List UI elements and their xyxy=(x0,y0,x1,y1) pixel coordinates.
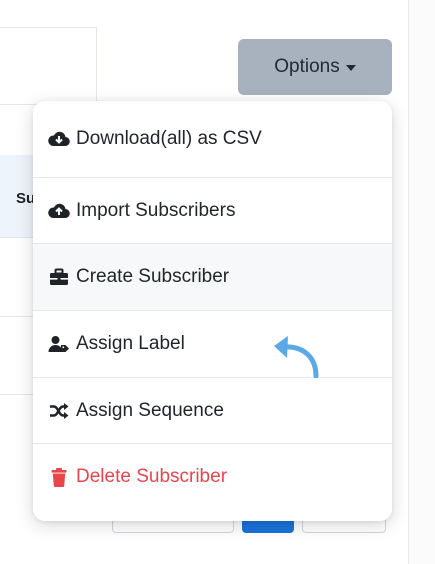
menu-item-label: Delete Subscriber xyxy=(76,466,228,487)
menu-item-create-subscriber[interactable]: Create Subscriber xyxy=(33,244,392,310)
menu-item-assign-label[interactable]: Assign Label xyxy=(33,311,392,377)
options-button-label: Options xyxy=(274,56,340,77)
menu-item-label: Assign Label xyxy=(76,333,185,354)
menu-item-delete-subscriber[interactable]: Delete Subscriber xyxy=(33,444,392,510)
caret-down-icon xyxy=(345,65,356,71)
menu-item-label: Assign Sequence xyxy=(76,399,224,421)
right-panel xyxy=(409,0,435,564)
curved-back-arrow-icon xyxy=(274,336,319,378)
menu-item-label: Import Subscribers xyxy=(76,199,236,221)
briefcase-icon xyxy=(48,266,70,288)
shuffle-icon xyxy=(48,400,70,422)
trash-icon xyxy=(48,466,70,488)
user-tag-icon xyxy=(48,333,70,355)
background-card xyxy=(0,27,97,105)
cloud-download-icon xyxy=(48,128,70,150)
options-button[interactable]: Options xyxy=(238,39,392,95)
menu-item-assign-sequence[interactable]: Assign Sequence xyxy=(33,378,392,443)
options-dropdown-menu: Download(all) as CSV Import Subscribers … xyxy=(33,101,392,521)
menu-item-download-csv[interactable]: Download(all) as CSV xyxy=(33,101,392,177)
menu-item-label: Create Subscriber xyxy=(76,266,230,287)
menu-item-import-subscribers[interactable]: Import Subscribers xyxy=(33,178,392,243)
cloud-upload-icon xyxy=(48,200,70,222)
menu-item-label: Download(all) as CSV xyxy=(76,128,262,149)
